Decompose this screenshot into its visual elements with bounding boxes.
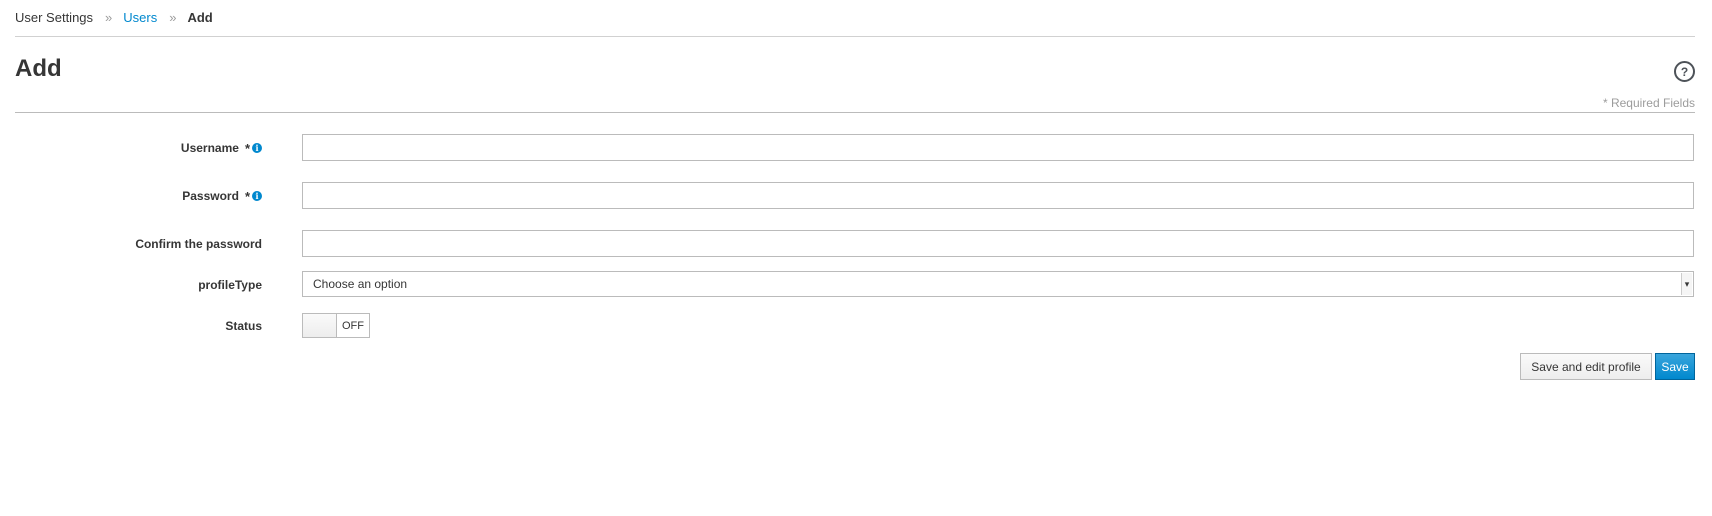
password-row: Password * i (0, 182, 1712, 210)
confirm-password-input[interactable] (302, 230, 1694, 257)
confirm-password-row: Confirm the password (0, 230, 1712, 258)
status-label: Status (225, 318, 262, 333)
username-label: Username (180, 141, 239, 155)
page: User Settings » Users » Add Add ? * Requ… (0, 0, 1712, 516)
toggle-handle[interactable] (303, 314, 337, 337)
breadcrumb-item-users[interactable]: Users (123, 10, 157, 25)
password-label: Password (182, 189, 239, 203)
required-fields-note: * Required Fields (1602, 96, 1695, 110)
profile-type-select[interactable]: Choose an option ▾ (302, 271, 1694, 297)
status-label-group: Status (225, 313, 262, 338)
required-star: * (244, 140, 250, 156)
password-input[interactable] (302, 182, 1694, 209)
chevron-down-icon[interactable]: ▾ (1681, 273, 1692, 295)
toggle-state-label: OFF (337, 314, 369, 337)
profile-type-row: profileType Choose an option ▾ (0, 271, 1712, 299)
username-row: Username * i (0, 134, 1712, 162)
username-label-group: Username * i (181, 134, 262, 162)
page-title: Add (15, 55, 62, 82)
breadcrumb-separator-icon: » (105, 10, 112, 25)
password-label-group: Password * i (182, 182, 262, 210)
breadcrumb-item-add: Add (187, 10, 213, 25)
info-circle-icon[interactable]: i (252, 191, 262, 201)
required-star: * (244, 188, 250, 204)
status-row: Status OFF (0, 313, 1712, 341)
heading-divider (15, 112, 1695, 113)
save-button[interactable]: Save (1655, 353, 1695, 380)
profile-type-selected-value: Choose an option (313, 277, 408, 291)
status-toggle[interactable]: OFF (302, 313, 370, 338)
confirm-password-label-group: Confirm the password (135, 230, 262, 258)
save-and-edit-profile-button[interactable]: Save and edit profile (1520, 353, 1652, 380)
breadcrumb-separator-icon: » (169, 10, 176, 25)
info-circle-icon[interactable]: i (252, 143, 262, 153)
breadcrumb-divider (15, 36, 1695, 37)
profile-type-label-group: profileType (198, 271, 262, 299)
profile-type-label: profileType (198, 278, 262, 292)
question-circle-icon[interactable]: ? (1674, 61, 1695, 82)
confirm-password-label: Confirm the password (135, 237, 262, 251)
breadcrumb: User Settings » Users » Add (15, 10, 213, 25)
username-input[interactable] (302, 134, 1694, 161)
breadcrumb-item-user-settings[interactable]: User Settings (15, 10, 93, 25)
